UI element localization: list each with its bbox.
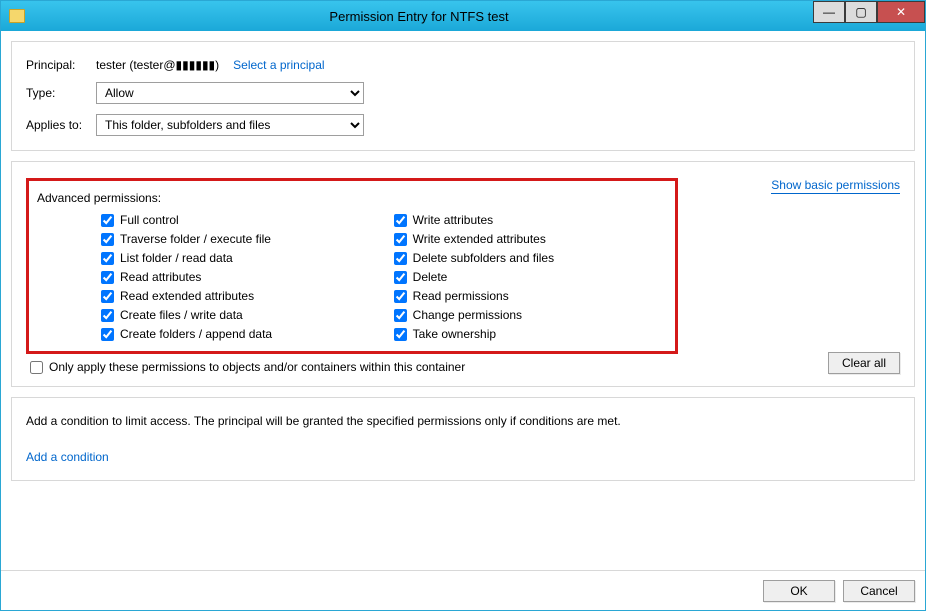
perm-change-permissions[interactable]: Change permissions <box>394 308 665 322</box>
ok-button[interactable]: OK <box>763 580 835 602</box>
perm-delete-subfolders[interactable]: Delete subfolders and files <box>394 251 665 265</box>
content-area: Principal: tester (tester@▮▮▮▮▮▮) Select… <box>1 31 925 570</box>
applies-label: Applies to: <box>26 118 96 132</box>
principal-label: Principal: <box>26 58 96 72</box>
condition-panel: Add a condition to limit access. The pri… <box>11 397 915 481</box>
clear-all-button[interactable]: Clear all <box>828 352 900 374</box>
advanced-permissions-header: Advanced permissions: <box>37 191 665 205</box>
select-principal-link[interactable]: Select a principal <box>233 58 324 72</box>
only-apply-checkbox[interactable] <box>30 361 43 374</box>
permissions-col-left: Full control Traverse folder / execute f… <box>33 213 394 341</box>
perm-write-attributes-checkbox[interactable] <box>394 214 407 227</box>
perm-create-files[interactable]: Create files / write data <box>101 308 394 322</box>
titlebar: Permission Entry for NTFS test — ▢ ✕ <box>1 1 925 31</box>
perm-traverse-folder[interactable]: Traverse folder / execute file <box>101 232 394 246</box>
folder-icon <box>9 9 25 23</box>
perm-read-attributes[interactable]: Read attributes <box>101 270 394 284</box>
maximize-button[interactable]: ▢ <box>845 1 877 23</box>
perm-take-ownership[interactable]: Take ownership <box>394 327 665 341</box>
advanced-permissions-box: Advanced permissions: Full control Trave… <box>26 178 678 354</box>
cancel-button[interactable]: Cancel <box>843 580 915 602</box>
permissions-columns: Full control Traverse folder / execute f… <box>33 213 665 341</box>
perm-create-folders[interactable]: Create folders / append data <box>101 327 394 341</box>
perm-read-attributes-checkbox[interactable] <box>101 271 114 284</box>
perm-read-permissions[interactable]: Read permissions <box>394 289 665 303</box>
perm-create-files-checkbox[interactable] <box>101 309 114 322</box>
perm-delete[interactable]: Delete <box>394 270 665 284</box>
only-apply-label: Only apply these permissions to objects … <box>49 360 465 374</box>
principal-row: Principal: tester (tester@▮▮▮▮▮▮) Select… <box>26 58 900 72</box>
add-condition-link[interactable]: Add a condition <box>26 450 109 464</box>
applies-select[interactable]: This folder, subfolders and files <box>96 114 364 136</box>
window-controls: — ▢ ✕ <box>813 1 925 31</box>
perm-full-control-checkbox[interactable] <box>101 214 114 227</box>
perm-create-folders-checkbox[interactable] <box>101 328 114 341</box>
perm-read-extended-attributes[interactable]: Read extended attributes <box>101 289 394 303</box>
perm-write-extended-attributes-checkbox[interactable] <box>394 233 407 246</box>
window-title: Permission Entry for NTFS test <box>25 9 813 24</box>
type-row: Type: Allow <box>26 82 900 104</box>
permissions-col-right: Write attributes Write extended attribut… <box>394 213 665 341</box>
perm-read-permissions-checkbox[interactable] <box>394 290 407 303</box>
window: Permission Entry for NTFS test — ▢ ✕ Pri… <box>0 0 926 611</box>
type-label: Type: <box>26 86 96 100</box>
type-select[interactable]: Allow <box>96 82 364 104</box>
applies-row: Applies to: This folder, subfolders and … <box>26 114 900 136</box>
close-button[interactable]: ✕ <box>877 1 925 23</box>
only-apply-row[interactable]: Only apply these permissions to objects … <box>30 360 900 374</box>
show-basic-permissions-link[interactable]: Show basic permissions <box>771 178 900 194</box>
perm-read-extended-attributes-checkbox[interactable] <box>101 290 114 303</box>
perm-delete-checkbox[interactable] <box>394 271 407 284</box>
footer: OK Cancel <box>1 570 925 610</box>
perm-list-folder-checkbox[interactable] <box>101 252 114 265</box>
permissions-panel: Show basic permissions Advanced permissi… <box>11 161 915 387</box>
perm-write-extended-attributes[interactable]: Write extended attributes <box>394 232 665 246</box>
perm-traverse-folder-checkbox[interactable] <box>101 233 114 246</box>
perm-change-permissions-checkbox[interactable] <box>394 309 407 322</box>
perm-delete-subfolders-checkbox[interactable] <box>394 252 407 265</box>
perm-take-ownership-checkbox[interactable] <box>394 328 407 341</box>
perm-full-control[interactable]: Full control <box>101 213 394 227</box>
minimize-button[interactable]: — <box>813 1 845 23</box>
perm-write-attributes[interactable]: Write attributes <box>394 213 665 227</box>
principal-panel: Principal: tester (tester@▮▮▮▮▮▮) Select… <box>11 41 915 151</box>
principal-value: tester (tester@▮▮▮▮▮▮) <box>96 58 219 72</box>
perm-list-folder[interactable]: List folder / read data <box>101 251 394 265</box>
condition-text: Add a condition to limit access. The pri… <box>26 414 900 428</box>
